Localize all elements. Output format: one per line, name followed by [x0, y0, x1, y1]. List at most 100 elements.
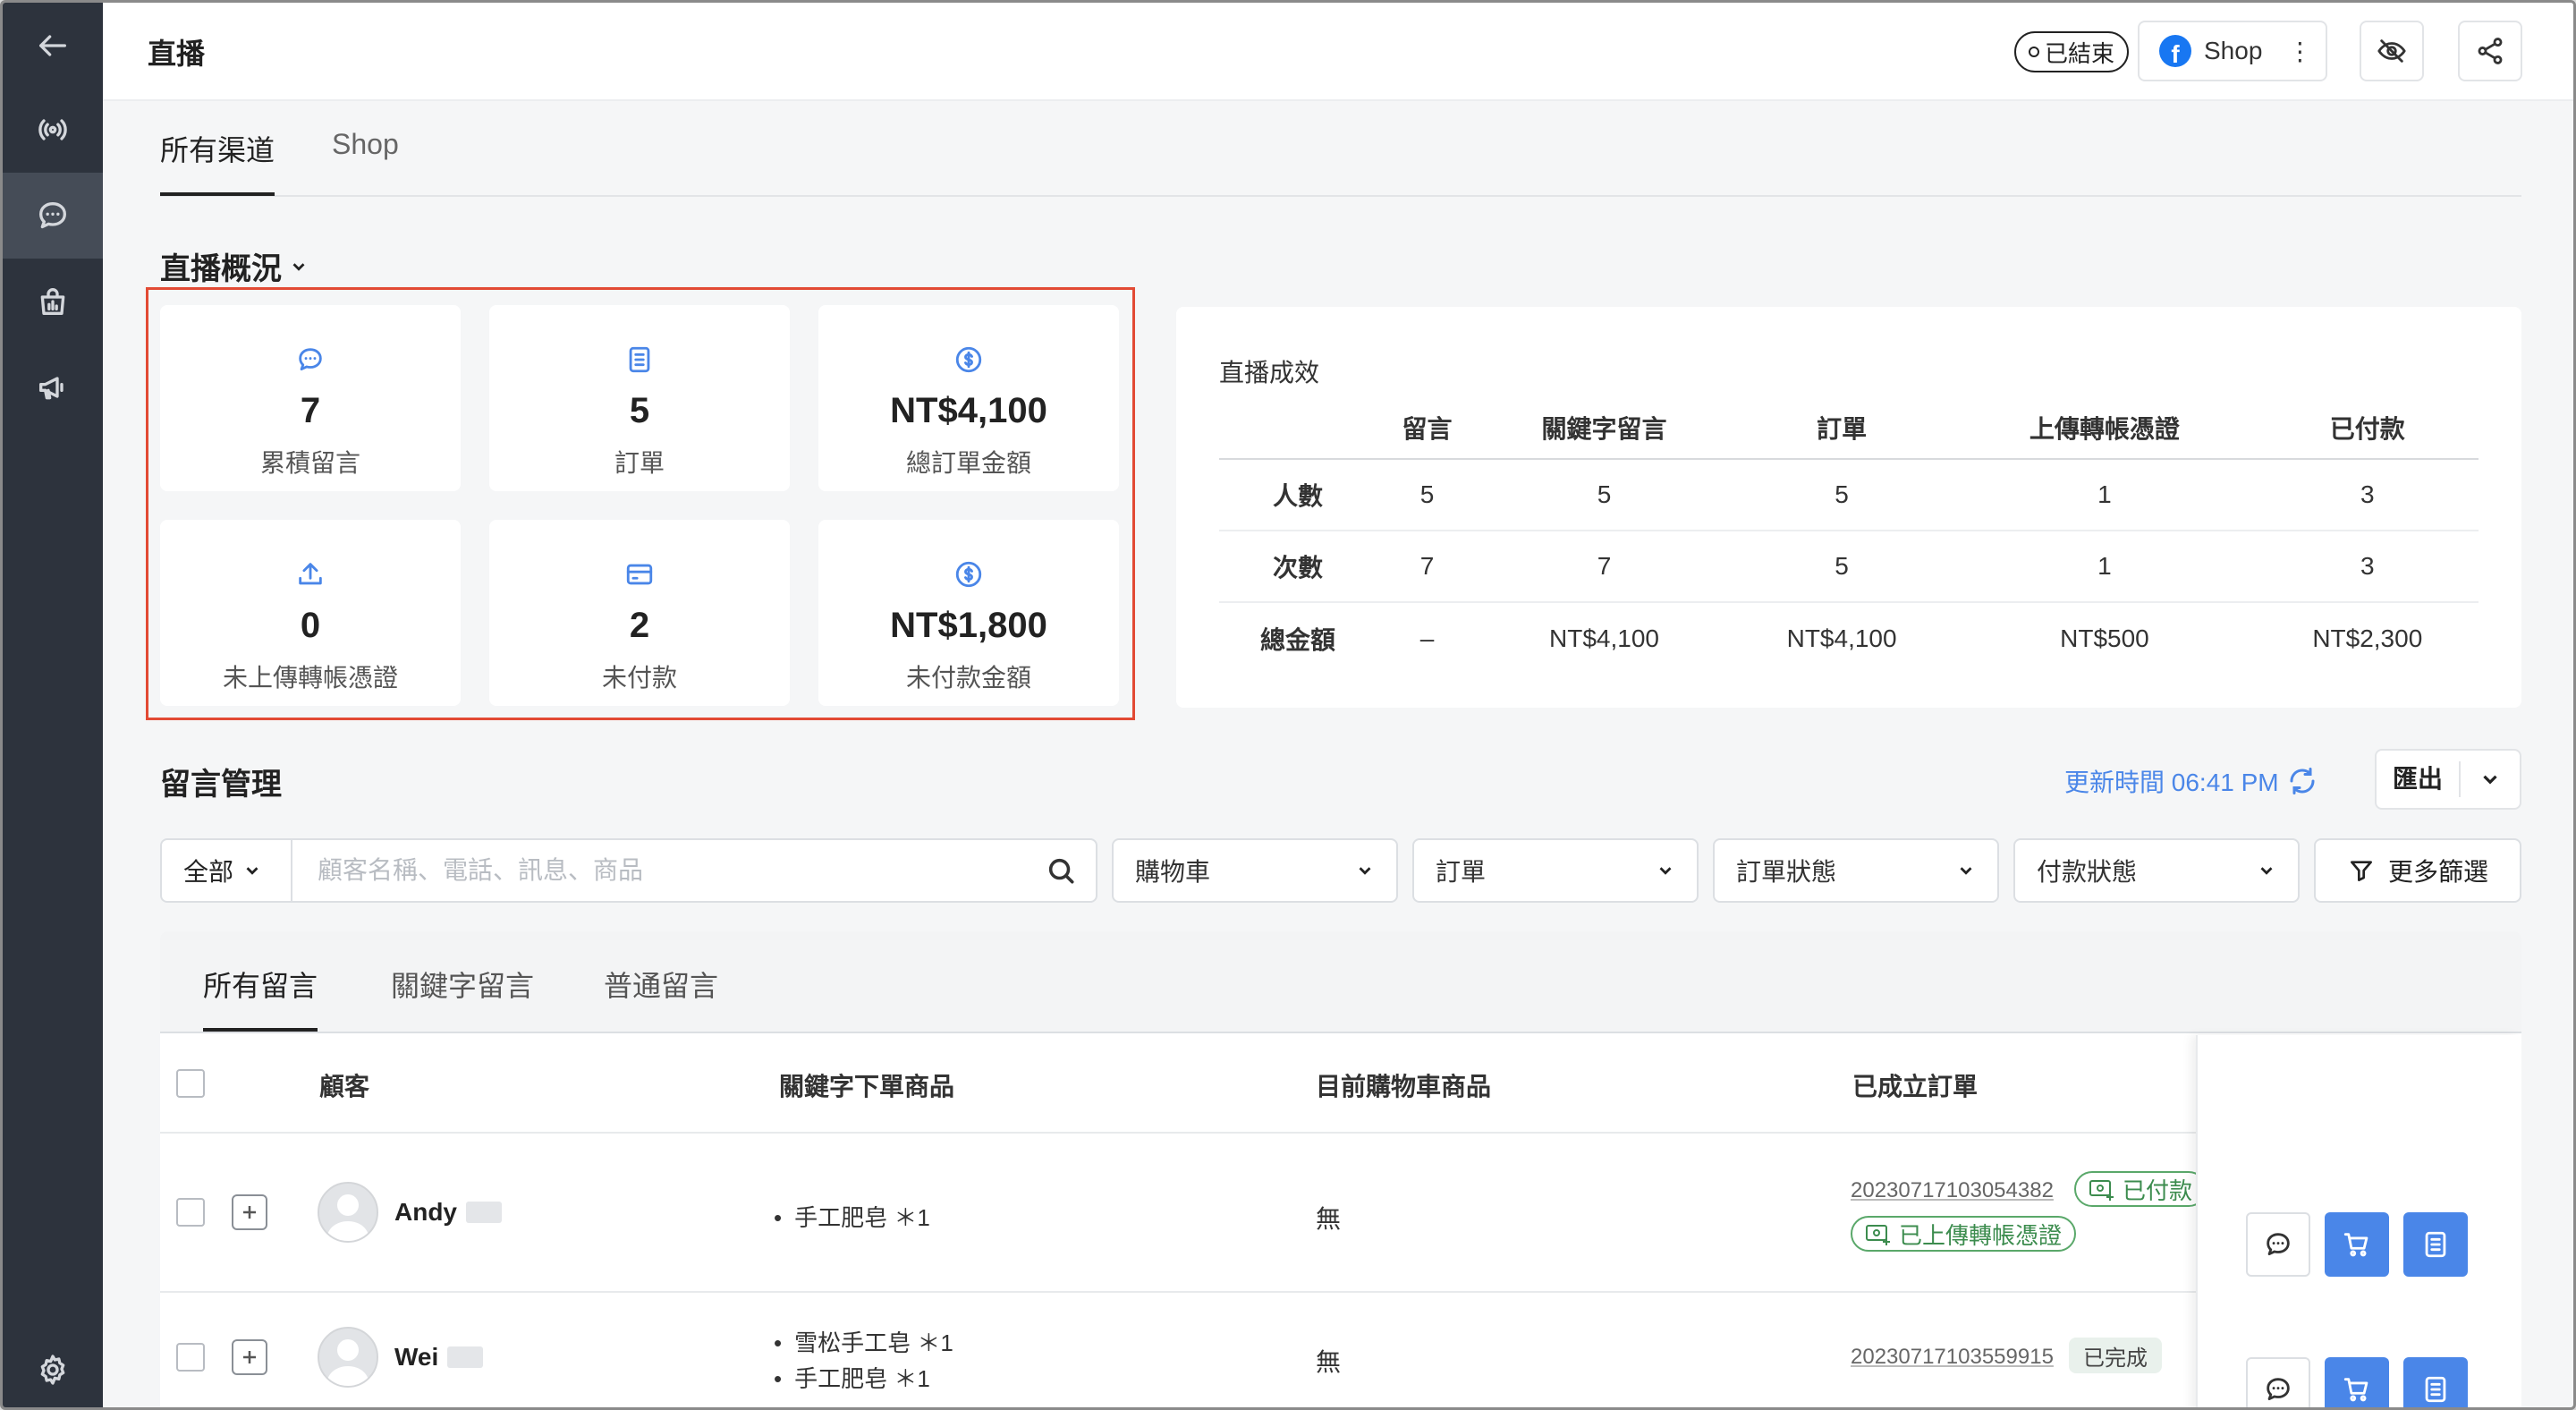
- row-checkbox[interactable]: [176, 1198, 205, 1227]
- order-filter-select[interactable]: 訂單: [1412, 838, 1699, 903]
- order-status-filter-select[interactable]: 訂單狀態: [1713, 838, 1999, 903]
- divider: [160, 1132, 2521, 1134]
- create-order-button[interactable]: [2403, 1357, 2468, 1407]
- table-cell: 1: [1953, 531, 2257, 603]
- share-button[interactable]: [2458, 21, 2522, 81]
- sidebar-item-settings[interactable]: [3, 1327, 103, 1407]
- chat-bubble-icon: [2267, 1378, 2290, 1401]
- row-header: 人數: [1219, 459, 1377, 531]
- completed-badge: 已完成: [2069, 1338, 2162, 1373]
- reply-comment-button[interactable]: [2246, 1212, 2310, 1277]
- column-header: 留言: [1377, 396, 1479, 460]
- overview-toggle[interactable]: 直播概況: [160, 244, 309, 288]
- search-input[interactable]: [292, 840, 1046, 901]
- refresh-button[interactable]: 更新時間 06:41 PM: [2064, 763, 2318, 799]
- expand-row-button[interactable]: [232, 1194, 267, 1230]
- chat-bubble-icon: [2267, 1233, 2290, 1256]
- visibility-toggle-button[interactable]: [2360, 21, 2424, 81]
- customer-name-text: Andy: [394, 1198, 457, 1226]
- tab-keyword-comments[interactable]: 關鍵字留言: [391, 964, 534, 1005]
- overview-title: 直播概況: [160, 252, 282, 286]
- sidebar-item-comments[interactable]: [3, 173, 103, 259]
- user-icon: [326, 1194, 369, 1241]
- funnel-icon: [2350, 861, 2372, 881]
- sidebar-item-marketing[interactable]: [3, 344, 103, 430]
- channel-button[interactable]: f Shop ⋮: [2138, 21, 2327, 81]
- chevron-down-icon: [2483, 775, 2497, 785]
- filter-label: 訂單: [1436, 858, 1487, 886]
- select-all-checkbox[interactable]: [176, 1069, 205, 1098]
- column-header: 已付款: [2256, 396, 2479, 460]
- active-tab-indicator: [203, 1028, 318, 1032]
- sidebar-item-stats[interactable]: [3, 259, 103, 344]
- more-filters-button[interactable]: 更多篩選: [2314, 838, 2521, 903]
- chat-bubble-icon: [39, 202, 67, 229]
- scope-select[interactable]: 全部: [160, 838, 292, 903]
- comment-tabs: 所有留言 關鍵字留言 普通留言: [160, 931, 2521, 1033]
- table-row: 次數 7 7 5 1 3: [1219, 531, 2479, 603]
- order-number-link[interactable]: 20230717103054382: [1851, 1178, 2054, 1203]
- plus-icon: [243, 1351, 256, 1363]
- tab-all-comments[interactable]: 所有留言: [203, 964, 318, 1005]
- performance-title: 直播成效: [1219, 359, 1320, 386]
- chevron-down-icon: [292, 262, 305, 271]
- row-header: 次數: [1219, 531, 1377, 603]
- column-header-orders: 已成立訂單: [1852, 1073, 1979, 1100]
- row-actions-panel: [2196, 1035, 2521, 1407]
- export-button[interactable]: 匯出: [2375, 749, 2521, 810]
- payment-status-filter-select[interactable]: 付款狀態: [2013, 838, 2300, 903]
- order-number-link[interactable]: 20230717103559915: [1851, 1345, 2054, 1370]
- page-title: 直播: [148, 38, 206, 70]
- customer-name[interactable]: Wei: [394, 1343, 484, 1372]
- avatar: [318, 1327, 378, 1388]
- sidebar: [3, 3, 103, 1407]
- filter-label: 付款狀態: [2037, 858, 2138, 886]
- gear-icon: [40, 1355, 65, 1385]
- row-header: 總金額: [1259, 625, 1335, 654]
- table-cell: NT$4,100: [1549, 624, 1659, 652]
- cart-filter-select[interactable]: 購物車: [1112, 838, 1398, 903]
- add-to-cart-button[interactable]: [2325, 1357, 2389, 1407]
- cart-items: 無: [1316, 1205, 1342, 1233]
- table-corner: [1219, 396, 1377, 460]
- shopping-cart-icon: [2343, 1233, 2368, 1257]
- header: 直播 已結束 f Shop ⋮: [103, 3, 2573, 101]
- performance-table: 留言 關鍵字留言 訂單 上傳轉帳憑證 已付款 人數 5 5 5 1 3 次數 7…: [1219, 396, 2479, 674]
- sidebar-item-live[interactable]: [3, 87, 103, 173]
- app-window: 直播 已結束 f Shop ⋮ 所有渠道 Shop 直播概況 7 累積留言 5 …: [0, 0, 2576, 1410]
- scope-select-value: 全部: [183, 858, 234, 886]
- tab-normal-comments[interactable]: 普通留言: [604, 964, 718, 1005]
- clipboard-icon: [2425, 1376, 2446, 1403]
- add-to-cart-button[interactable]: [2325, 1212, 2389, 1277]
- search-box: [291, 838, 1097, 903]
- search-icon[interactable]: [1046, 855, 1076, 886]
- chevron-down-icon: [2260, 867, 2273, 875]
- back-button[interactable]: [3, 3, 103, 89]
- status-badge: 已結束: [2014, 31, 2130, 72]
- row-checkbox[interactable]: [176, 1343, 205, 1372]
- cash-icon: [2089, 1180, 2114, 1201]
- shopping-bag-chart-icon: [40, 288, 65, 315]
- create-order-button[interactable]: [2403, 1212, 2468, 1277]
- table-cell: 7: [1377, 531, 1479, 603]
- expand-row-button[interactable]: [232, 1339, 267, 1375]
- filter-label: 購物車: [1135, 858, 1211, 886]
- column-header: 上傳轉帳憑證: [1953, 396, 2257, 460]
- share-icon: [2478, 38, 2503, 64]
- kebab-menu-icon: ⋮: [2287, 37, 2312, 65]
- table-cell: –: [1419, 624, 1435, 652]
- table-cell: 5: [1730, 459, 1953, 531]
- tab-shop[interactable]: Shop: [332, 128, 399, 161]
- table-cell: NT$500: [2060, 624, 2149, 652]
- table-header-row: 留言 關鍵字留言 訂單 上傳轉帳憑證 已付款: [1219, 396, 2479, 460]
- customer-name[interactable]: Andy: [394, 1198, 502, 1227]
- keyword-item: 手工肥皂 ＊1: [774, 1200, 930, 1233]
- cart-items: 無: [1316, 1348, 1342, 1376]
- comments-table: 所有留言 關鍵字留言 普通留言 顧客 關鍵字下單商品 目前購物車商品 已成立訂單…: [160, 931, 2521, 1407]
- table-cell: 5: [1377, 459, 1479, 531]
- column-header: 關鍵字留言: [1478, 396, 1731, 460]
- paid-badge: 已付款: [2074, 1171, 2207, 1207]
- redacted-text: [466, 1202, 502, 1223]
- tab-all-channels[interactable]: 所有渠道: [160, 128, 275, 169]
- reply-comment-button[interactable]: [2246, 1357, 2310, 1407]
